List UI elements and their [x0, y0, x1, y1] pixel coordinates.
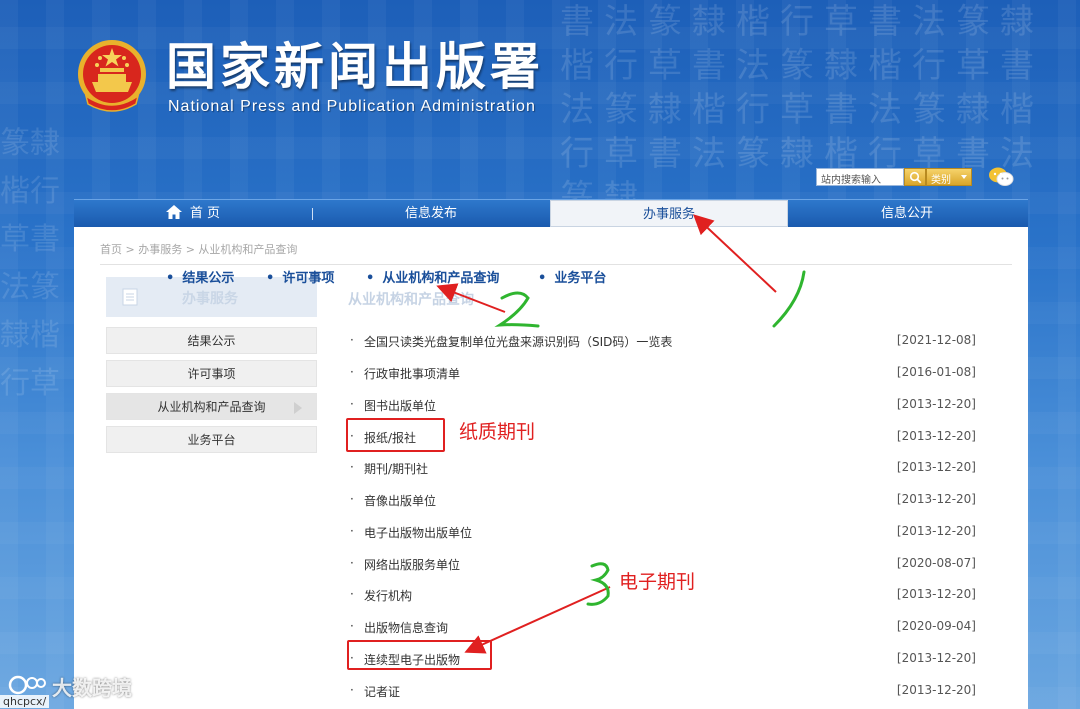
watermark-url: qhcpcx/	[0, 695, 50, 708]
handwritten-3-icon	[586, 562, 610, 606]
handwritten-1-icon	[772, 270, 806, 328]
annotation-arrow	[436, 283, 506, 313]
watermark-brand: 大数跨境	[52, 676, 132, 700]
annotation-arrow	[464, 586, 611, 654]
annotation-arrow	[693, 214, 777, 293]
handwritten-2-icon	[494, 291, 540, 328]
watermark-logo-icon	[8, 675, 46, 695]
annotation-overlay	[436, 214, 806, 654]
